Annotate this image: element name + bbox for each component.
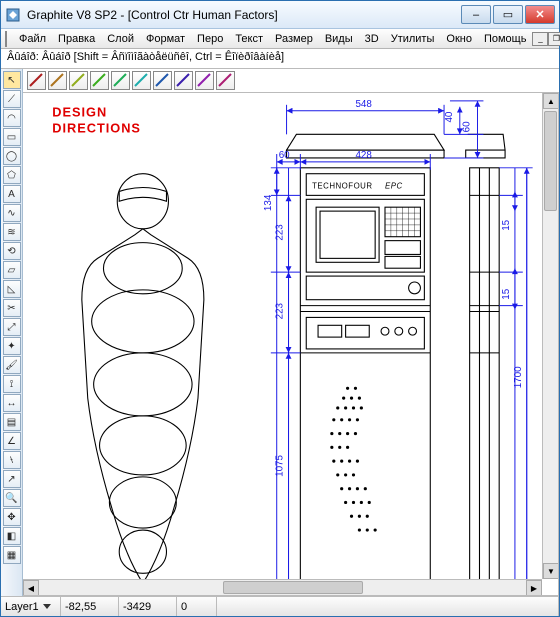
line-icon[interactable]: ⟋ (3, 90, 21, 108)
menu-file[interactable]: Файл (13, 31, 52, 47)
menu-text[interactable]: Текст (229, 31, 269, 47)
document-icon[interactable] (5, 31, 7, 47)
zoom-icon[interactable]: 🔍 (3, 489, 21, 507)
svg-text:60: 60 (462, 121, 473, 132)
v-scroll-thumb[interactable] (544, 111, 557, 211)
pen-style-9[interactable] (195, 71, 214, 90)
maximize-button[interactable]: ▭ (493, 5, 523, 24)
scroll-up-button[interactable]: ▲ (543, 93, 559, 109)
trim-icon[interactable]: ✂ (3, 299, 21, 317)
status-bar: Layer1 -82,55 -3429 0 (1, 596, 559, 616)
menu-dim[interactable]: Размер (269, 31, 319, 47)
pen-style-7[interactable] (153, 71, 172, 90)
pan-icon[interactable]: ✥ (3, 508, 21, 526)
snap-icon[interactable]: ✦ (3, 337, 21, 355)
scroll-left-button[interactable]: ◀ (23, 580, 39, 596)
menu-help[interactable]: Помощь (478, 31, 533, 47)
hint-bar: Âûáîð: Âûáîð [Shift = Âñïîìîãàòåëüñêî, C… (1, 49, 559, 69)
kiosk-front: TECHNOFOUR EPC (287, 134, 506, 585)
circle-icon[interactable]: ◯ (3, 147, 21, 165)
menu-format[interactable]: Формат (140, 31, 191, 47)
arc-icon[interactable]: ◠ (3, 109, 21, 127)
human-figure (82, 174, 204, 583)
svg-text:548: 548 (355, 99, 372, 110)
hatch-icon[interactable]: ▤ (3, 413, 21, 431)
layer-dropdown[interactable]: Layer1 (1, 597, 61, 616)
pen-style-10[interactable] (216, 71, 235, 90)
y-readout[interactable]: -3429 (119, 597, 177, 616)
menu-views[interactable]: Виды (319, 31, 359, 47)
pen-style-8[interactable] (174, 71, 193, 90)
minimize-button[interactable]: – (461, 5, 491, 24)
svg-text:223: 223 (275, 302, 286, 319)
horizontal-scrollbar[interactable]: ◀ ▶ (23, 579, 542, 595)
pen-style-4[interactable] (90, 71, 109, 90)
text-icon[interactable]: A (3, 185, 21, 203)
svg-text:1700: 1700 (513, 366, 524, 388)
svg-text:15: 15 (501, 219, 512, 230)
h-scroll-thumb[interactable] (223, 581, 363, 594)
x-readout[interactable]: -82,55 (61, 597, 119, 616)
pen-style-6[interactable] (132, 71, 151, 90)
break-icon[interactable]: ⧷ (3, 451, 21, 469)
dimensions: 548 40 60 60 428 (263, 99, 533, 585)
menu-layer[interactable]: Слой (101, 31, 140, 47)
rev-icon[interactable]: ⟲ (3, 242, 21, 260)
svg-text:1075: 1075 (275, 454, 286, 476)
vertical-scrollbar[interactable]: ▲ ▼ (542, 93, 558, 579)
cursor-icon[interactable]: ↖ (3, 71, 21, 89)
z-readout[interactable]: 0 (177, 597, 217, 616)
titlebar: Graphite V8 SP2 - [Control Ctr Human Fac… (1, 1, 559, 29)
scroll-right-button[interactable]: ▶ (526, 580, 542, 596)
svg-text:134: 134 (263, 194, 274, 211)
menu-bar: Файл Правка Слой Формат Перо Текст Разме… (1, 29, 559, 49)
mdi-max-button[interactable]: ❐ (548, 32, 560, 46)
chamfer-icon[interactable]: ◺ (3, 280, 21, 298)
pen-toolbar (23, 69, 559, 93)
model-label: EPC (385, 181, 403, 190)
pen-style-3[interactable] (69, 71, 88, 90)
menu-utilities[interactable]: Утилиты (385, 31, 441, 47)
angle-icon[interactable]: ∠ (3, 432, 21, 450)
scroll-down-button[interactable]: ▼ (543, 563, 559, 579)
fillet-icon[interactable]: ▱ (3, 261, 21, 279)
extend-icon[interactable]: ↗ (3, 470, 21, 488)
drawing-title-2: DIRECTIONS (52, 120, 141, 135)
svg-text:428: 428 (355, 150, 372, 161)
chevron-down-icon (43, 604, 51, 609)
close-button[interactable]: ✕ (525, 5, 555, 24)
status-empty (217, 597, 559, 616)
polygon-icon[interactable]: ⬠ (3, 166, 21, 184)
svg-text:40: 40 (444, 111, 455, 122)
brand-label: TECHNOFOUR (312, 181, 372, 190)
window-title: Graphite V8 SP2 - [Control Ctr Human Fac… (27, 8, 461, 22)
svg-text:60: 60 (279, 150, 290, 161)
drawing-title-1: DESIGN (52, 105, 107, 120)
scale-icon[interactable]: ⤢ (3, 318, 21, 336)
menu-pen[interactable]: Перо (191, 31, 229, 47)
view-icon[interactable]: ◧ (3, 527, 21, 545)
offset-icon[interactable]: ≋ (3, 223, 21, 241)
vent-dots (330, 387, 376, 532)
paint-icon[interactable]: 🖌 (3, 356, 21, 374)
pen-style-2[interactable] (48, 71, 67, 90)
menu-edit[interactable]: Правка (52, 31, 101, 47)
drawing-canvas[interactable]: DESIGN DIRECTIONS (23, 93, 559, 596)
left-toolbar: ↖⟋◠▭◯⬠A∿≋⟲▱◺✂⤢✦🖌⟟↔▤∠⧷↗🔍✥◧▦ (1, 69, 23, 596)
rect-icon[interactable]: ▭ (3, 128, 21, 146)
layer-icon[interactable]: ▦ (3, 546, 21, 564)
menu-3d[interactable]: 3D (359, 31, 385, 47)
curve-icon[interactable]: ∿ (3, 204, 21, 222)
kiosk-side (466, 134, 505, 585)
mdi-min-button[interactable]: _ (532, 32, 548, 46)
svg-text:15: 15 (501, 288, 512, 299)
svg-text:223: 223 (275, 224, 286, 241)
measure-icon[interactable]: ⟟ (3, 375, 21, 393)
pen-style-1[interactable] (27, 71, 46, 90)
dim-icon[interactable]: ↔ (3, 394, 21, 412)
menu-window[interactable]: Окно (440, 31, 478, 47)
app-icon (5, 7, 21, 23)
pen-style-5[interactable] (111, 71, 130, 90)
